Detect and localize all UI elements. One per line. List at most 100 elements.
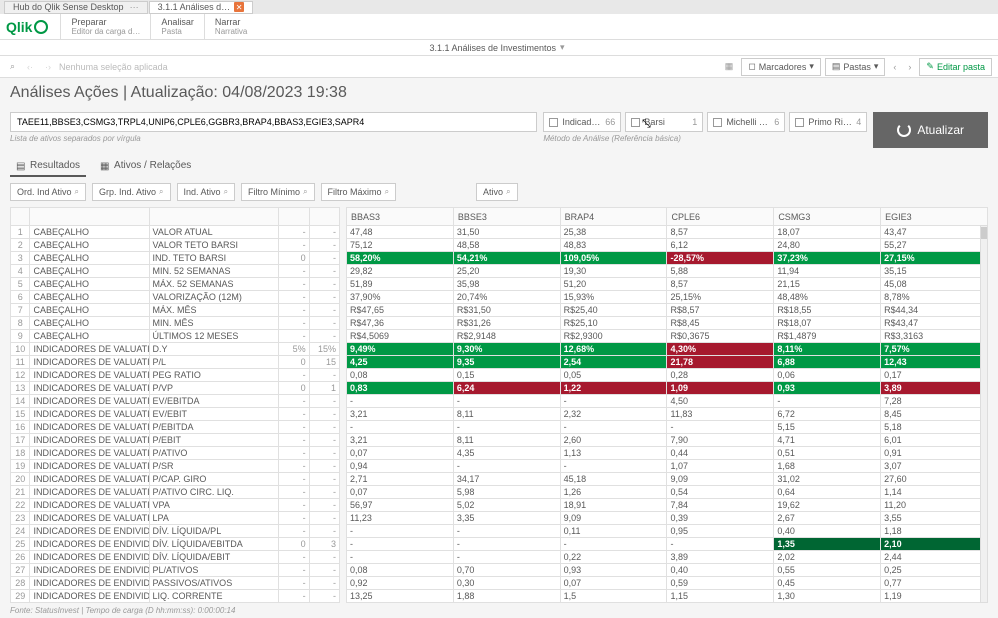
table-row[interactable]: --0,110,950,401,18 [347,525,988,538]
back-icon[interactable]: ‹· [23,60,37,74]
tab-results[interactable]: ▤Resultados [10,156,86,177]
pill-ativo[interactable]: Ativo⌕ [476,183,518,201]
table-row[interactable]: 0,075,981,260,540,641,14 [347,486,988,499]
close-icon[interactable]: ✕ [234,2,244,12]
table-row[interactable]: 16INDICADORES DE VALUATIONP/EBITDA-- [11,421,340,434]
table-row[interactable]: 20INDICADORES DE VALUATIONP/CAP. GIRO-- [11,473,340,486]
table-row[interactable]: 0,074,351,130,440,510,91 [347,447,988,460]
table-row[interactable]: R$47,36R$31,26R$25,10R$8,45R$18,07R$43,4… [347,317,988,330]
table-row[interactable]: R$47,65R$31,50R$25,40R$8,57R$18,55R$44,3… [347,304,988,317]
table-row[interactable]: 21INDICADORES DE VALUATIONP/ATIVO CIRC. … [11,486,340,499]
table-row[interactable]: 37,90%20,74%15,93%25,15%48,48%8,78% [347,291,988,304]
table-row[interactable]: ---4,50-7,28 [347,395,988,408]
col-header[interactable]: CPLE6 [667,208,774,226]
table-row[interactable]: 13INDICADORES DE VALUATIONP/VP01 [11,382,340,395]
table-row[interactable]: 25INDICADORES DE ENDIVIDAMENTODÍV. LÍQUI… [11,538,340,551]
sheets-button[interactable]: ▤Pastas▾ [825,58,886,76]
table-row[interactable]: 28INDICADORES DE ENDIVIDAMENTOPASSIVOS/A… [11,577,340,590]
table-row[interactable]: 7CABEÇALHOMÁX. MÊS-- [11,304,340,317]
table-row[interactable]: 17INDICADORES DE VALUATIONP/EBIT-- [11,434,340,447]
col-header[interactable]: BRAP4 [560,208,667,226]
tab-hub[interactable]: Hub do Qlik Sense Desktop⋯ [4,1,148,14]
chevron-down-icon[interactable]: ▾ [560,42,565,53]
table-row[interactable]: 58,20%54,21%109,05%-28,57%37,23%27,15% [347,252,988,265]
table-row[interactable]: 0,920,300,070,590,450,77 [347,577,988,590]
filter-checkbox[interactable]: Indicado…66 [543,112,621,132]
table-row[interactable]: 56,975,0218,917,8419,6211,20 [347,499,988,512]
table-row[interactable]: 1CABEÇALHOVALOR ATUAL-- [11,226,340,239]
table-row[interactable]: 22INDICADORES DE VALUATIONVPA-- [11,499,340,512]
table-row[interactable]: 26INDICADORES DE ENDIVIDAMENTODÍV. LÍQUI… [11,551,340,564]
table-row[interactable]: 9CABEÇALHOÚLTIMOS 12 MESES-- [11,330,340,343]
table-row[interactable]: 10INDICADORES DE VALUATIOND.Y5%15% [11,343,340,356]
pill-min[interactable]: Filtro Mínimo⌕ [241,183,315,201]
table-row[interactable]: 12INDICADORES DE VALUATIONPEG RATIO-- [11,369,340,382]
col-header[interactable]: EGIE3 [881,208,988,226]
table-row[interactable]: --0,223,892,022,44 [347,551,988,564]
filter-checkbox[interactable]: Michelli D…6 [707,112,785,132]
table-row[interactable]: 0,836,241,221,090,933,89 [347,382,988,395]
table-row[interactable]: 18INDICADORES DE VALUATIONP/ATIVO-- [11,447,340,460]
table-row[interactable]: 75,1248,5848,836,1224,8055,27 [347,239,988,252]
table-row[interactable]: 29,8225,2019,305,8811,9435,15 [347,265,988,278]
search-icon[interactable]: ⌕ [6,59,19,74]
grid-icon[interactable]: ▦ [721,59,738,74]
nav-analyze[interactable]: AnalisarPasta [150,14,204,39]
pill-grp[interactable]: Grp. Ind. Ativo⌕ [92,183,171,201]
table-row[interactable]: 4CABEÇALHOMIN. 52 SEMANAS-- [11,265,340,278]
col-header[interactable]: BBAS3 [347,208,454,226]
update-button[interactable]: Atualizar [873,112,988,148]
table-row[interactable]: 29INDICADORES DE ENDIVIDAMENTOLIQ. CORRE… [11,590,340,603]
pill-max[interactable]: Filtro Máximo⌕ [321,183,397,201]
pill-ord[interactable]: Ord. Ind Ativo⌕ [10,183,86,201]
tab-assets[interactable]: ▦Ativos / Relações [94,156,197,177]
table-row[interactable]: 19INDICADORES DE VALUATIONP/SR-- [11,460,340,473]
nav-prepare[interactable]: PrepararEditor da carga d… [60,14,150,39]
bookmarks-button[interactable]: ◻Marcadores▾ [741,58,821,76]
table-row[interactable]: ----5,155,18 [347,421,988,434]
prev-sheet-icon[interactable]: ‹ [889,60,900,74]
table-row[interactable]: 51,8935,9851,208,5721,1545,08 [347,278,988,291]
col-header[interactable]: BBSE3 [453,208,560,226]
scrollbar[interactable] [980,225,988,603]
indicators-table[interactable]: 1CABEÇALHOVALOR ATUAL--2CABEÇALHOVALOR T… [10,207,340,603]
nav-narrate[interactable]: NarrarNarrativa [204,14,257,39]
checkbox-icon [631,118,640,127]
table-row[interactable]: 9,49%9,30%12,68%4,30%8,11%7,57% [347,343,988,356]
table-row[interactable]: 13,251,881,51,151,301,19 [347,590,988,603]
table-row[interactable]: 11,233,359,090,392,673,55 [347,512,988,525]
next-sheet-icon[interactable]: › [904,60,915,74]
table-row[interactable]: 0,080,700,930,400,550,25 [347,564,988,577]
fwd-icon[interactable]: ·› [41,60,55,74]
table-row[interactable]: R$4,5069R$2,9148R$2,9300R$0,3675R$1,4879… [347,330,988,343]
filter-checkbox[interactable]: Barsi1 [625,112,703,132]
table-row[interactable]: 3,218,112,607,904,716,01 [347,434,988,447]
table-row[interactable]: 3,218,112,3211,836,728,45 [347,408,988,421]
table-row[interactable]: 0,94--1,071,683,07 [347,460,988,473]
table-row[interactable]: 5CABEÇALHOMÁX. 52 SEMANAS-- [11,278,340,291]
table-row[interactable]: 27INDICADORES DE ENDIVIDAMENTOPL/ATIVOS-… [11,564,340,577]
data-table[interactable]: BBAS3BBSE3BRAP4CPLE6CSMG3EGIE3 47,4831,5… [346,207,988,603]
table-row[interactable]: 3CABEÇALHOIND. TETO BARSI0- [11,252,340,265]
page-title: Análises Ações | Atualização: 04/08/2023… [0,78,998,108]
filter-checkbox[interactable]: Primo Rico4 [789,112,867,132]
pill-ind[interactable]: Ind. Ativo⌕ [177,183,236,201]
table-row[interactable]: 4,259,352,5421,786,8812,43 [347,356,988,369]
tab-doc[interactable]: 3.1.1 Análises d…✕ [149,1,254,14]
sheet-title[interactable]: 3.1.1 Análises de Investimentos [429,43,556,53]
assets-input[interactable] [10,112,537,132]
table-row[interactable]: 11INDICADORES DE VALUATIONP/L015 [11,356,340,369]
table-row[interactable]: 0,080,150,050,280,060,17 [347,369,988,382]
table-row[interactable]: 8CABEÇALHOMIN. MÊS-- [11,317,340,330]
table-row[interactable]: 14INDICADORES DE VALUATIONEV/EBITDA-- [11,395,340,408]
table-row[interactable]: 23INDICADORES DE VALUATIONLPA-- [11,512,340,525]
col-header[interactable]: CSMG3 [774,208,881,226]
edit-sheet-button[interactable]: ✎Editar pasta [919,58,992,76]
table-row[interactable]: 2CABEÇALHOVALOR TETO BARSI-- [11,239,340,252]
table-row[interactable]: 2,7134,1745,189,0931,0227,60 [347,473,988,486]
table-row[interactable]: 15INDICADORES DE VALUATIONEV/EBIT-- [11,408,340,421]
table-row[interactable]: 6CABEÇALHOVALORIZAÇÃO (12M)-- [11,291,340,304]
table-row[interactable]: ----1,352,10 [347,538,988,551]
table-row[interactable]: 24INDICADORES DE ENDIVIDAMENTODÍV. LÍQUI… [11,525,340,538]
table-row[interactable]: 47,4831,5025,388,5718,0743,47 [347,226,988,239]
